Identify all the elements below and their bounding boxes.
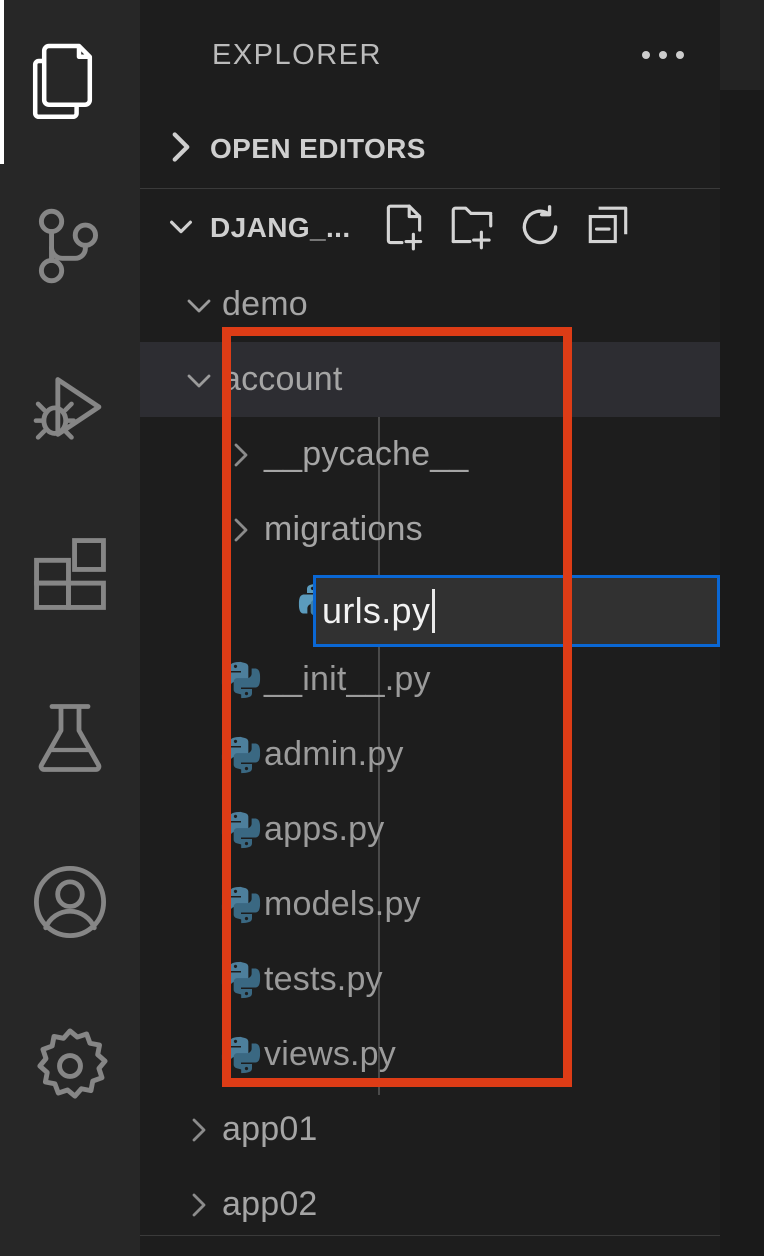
sidebar-title-bar: EXPLORER (140, 0, 720, 110)
tree-label: demo (222, 285, 308, 323)
tree-label: views.py (264, 1035, 396, 1073)
tree-label: migrations (264, 510, 423, 548)
python-icon (218, 733, 264, 777)
python-icon (218, 883, 264, 927)
python-icon (218, 958, 264, 1002)
account-icon (31, 863, 109, 941)
run-debug-icon (32, 370, 108, 450)
tree-label: app02 (222, 1185, 318, 1223)
page-title: EXPLORER (212, 38, 382, 71)
chevron-down-icon (166, 206, 196, 251)
tree-row-migrations[interactable]: migrations (140, 492, 720, 567)
chevron-right-icon (166, 127, 196, 172)
activity-item-explorer[interactable] (0, 0, 140, 164)
tree-row-pycache[interactable]: __pycache__ (140, 417, 720, 492)
bottom-partial-row (140, 1236, 720, 1256)
chevron-right-icon (176, 1113, 222, 1147)
rename-input[interactable]: urls.py (313, 575, 720, 647)
python-icon (218, 808, 264, 852)
tree-label: apps.py (264, 810, 385, 848)
section-label-open-editors: OPEN EDITORS (210, 133, 426, 164)
editor-tab-strip (720, 0, 764, 90)
chevron-down-icon (176, 368, 222, 392)
section-workspace-folder[interactable]: DJANG_... (140, 189, 720, 267)
tree-label: __init__.py (264, 660, 431, 698)
activity-item-extensions[interactable] (0, 492, 140, 656)
source-control-icon (33, 206, 107, 286)
text-caret (432, 589, 436, 633)
editor-area (720, 0, 764, 1256)
activity-item-source-control[interactable] (0, 164, 140, 328)
activity-item-testing[interactable] (0, 656, 140, 820)
tree-row-views-py[interactable]: views.py (140, 1017, 720, 1092)
tree-label: tests.py (264, 960, 383, 998)
rename-input-value: urls.py (322, 590, 431, 631)
activity-item-accounts[interactable] (0, 820, 140, 984)
beaker-icon (34, 700, 106, 776)
tree-row-tests-py[interactable]: tests.py (140, 942, 720, 1017)
python-icon (218, 1033, 264, 1077)
tree-row-apps-py[interactable]: apps.py (140, 792, 720, 867)
chevron-right-icon (218, 438, 264, 472)
chevron-right-icon (218, 513, 264, 547)
tree-label: admin.py (264, 735, 404, 773)
tree-label: account (222, 360, 343, 398)
activity-item-settings[interactable] (0, 984, 140, 1148)
tree-row-rename[interactable]: urls.py (140, 567, 720, 647)
tree-row-app02[interactable]: app02 (140, 1167, 720, 1242)
vscode-window: EXPLORER OPEN EDITORS DJANG_... demo acc… (0, 0, 764, 1256)
chevron-down-icon (176, 293, 222, 317)
tree-label: app01 (222, 1110, 318, 1148)
new-file-icon[interactable] (381, 203, 427, 253)
section-open-editors[interactable]: OPEN EDITORS (140, 110, 720, 188)
activity-bar (0, 0, 140, 1256)
gear-icon (30, 1026, 110, 1106)
files-icon (31, 40, 109, 124)
tree-row-account[interactable]: account (140, 342, 720, 417)
python-icon (218, 658, 264, 702)
tree-row-models-py[interactable]: models.py (140, 867, 720, 942)
activity-item-run-and-debug[interactable] (0, 328, 140, 492)
tree-row-app01[interactable]: app01 (140, 1092, 720, 1167)
collapse-all-icon[interactable] (585, 203, 631, 253)
more-actions-icon[interactable] (638, 43, 688, 67)
extensions-icon (32, 536, 108, 612)
tree-label: models.py (264, 885, 421, 923)
refresh-icon[interactable] (517, 203, 563, 253)
tree-row-init-py[interactable]: __init__.py (140, 642, 720, 717)
new-folder-icon[interactable] (449, 203, 495, 253)
explorer-sidebar: EXPLORER OPEN EDITORS DJANG_... demo acc… (140, 0, 720, 1256)
tree-row-admin-py[interactable]: admin.py (140, 717, 720, 792)
section-label-workspace: DJANG_... (210, 212, 351, 243)
file-tree: demo account __pycache__ migrations urls… (140, 267, 720, 1242)
explorer-actions-toolbar (381, 203, 631, 253)
tree-row-demo[interactable]: demo (140, 267, 720, 342)
chevron-right-icon (176, 1188, 222, 1222)
tree-label: __pycache__ (264, 435, 469, 473)
